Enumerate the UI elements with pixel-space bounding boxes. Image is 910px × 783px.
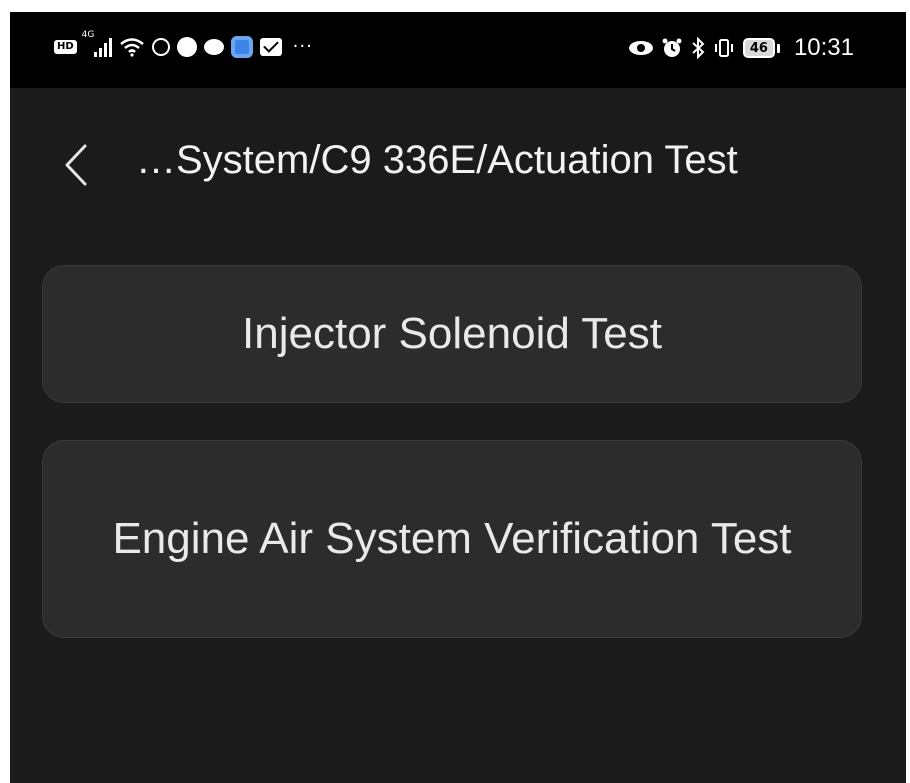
network-label: 4G bbox=[81, 30, 95, 40]
test-label: Engine Air System Verification Test bbox=[112, 514, 792, 563]
mail-app-icon bbox=[259, 38, 282, 56]
app-icon bbox=[176, 37, 197, 57]
more-notifications-icon: ··· bbox=[292, 36, 313, 57]
eye-comfort-icon bbox=[628, 41, 653, 55]
chevron-left-icon bbox=[65, 144, 87, 186]
app-header: …System/C9 336E/Actuation Test bbox=[10, 88, 906, 238]
clock: 10:31 bbox=[793, 34, 854, 61]
signal-icon: 4G bbox=[82, 31, 112, 57]
page-title: …System/C9 336E/Actuation Test bbox=[136, 138, 738, 182]
chat-bubble-icon bbox=[203, 39, 224, 55]
status-left-icons: HD 4G ··· bbox=[54, 31, 313, 58]
bluetooth-icon bbox=[691, 37, 705, 59]
wifi-icon bbox=[119, 37, 145, 57]
injector-solenoid-test-button[interactable]: Injector Solenoid Test bbox=[42, 265, 862, 403]
status-bar: HD 4G ··· 46 10:31 bbox=[10, 12, 906, 88]
vibrate-icon bbox=[713, 38, 735, 58]
location-app-icon bbox=[151, 38, 170, 56]
battery-level: 46 bbox=[742, 38, 775, 58]
test-label: Injector Solenoid Test bbox=[242, 309, 662, 358]
back-button[interactable] bbox=[56, 130, 96, 200]
hd-icon: HD bbox=[54, 40, 77, 54]
blue-app-icon bbox=[230, 36, 253, 58]
phone-screen: HD 4G ··· 46 10:31 …System/C9 336E/Actua… bbox=[10, 12, 906, 783]
battery-icon: 46 bbox=[742, 38, 780, 58]
alarm-icon bbox=[661, 37, 683, 59]
engine-air-system-verification-test-button[interactable]: Engine Air System Verification Test bbox=[42, 440, 862, 638]
status-right-icons: 46 10:31 bbox=[628, 34, 854, 62]
